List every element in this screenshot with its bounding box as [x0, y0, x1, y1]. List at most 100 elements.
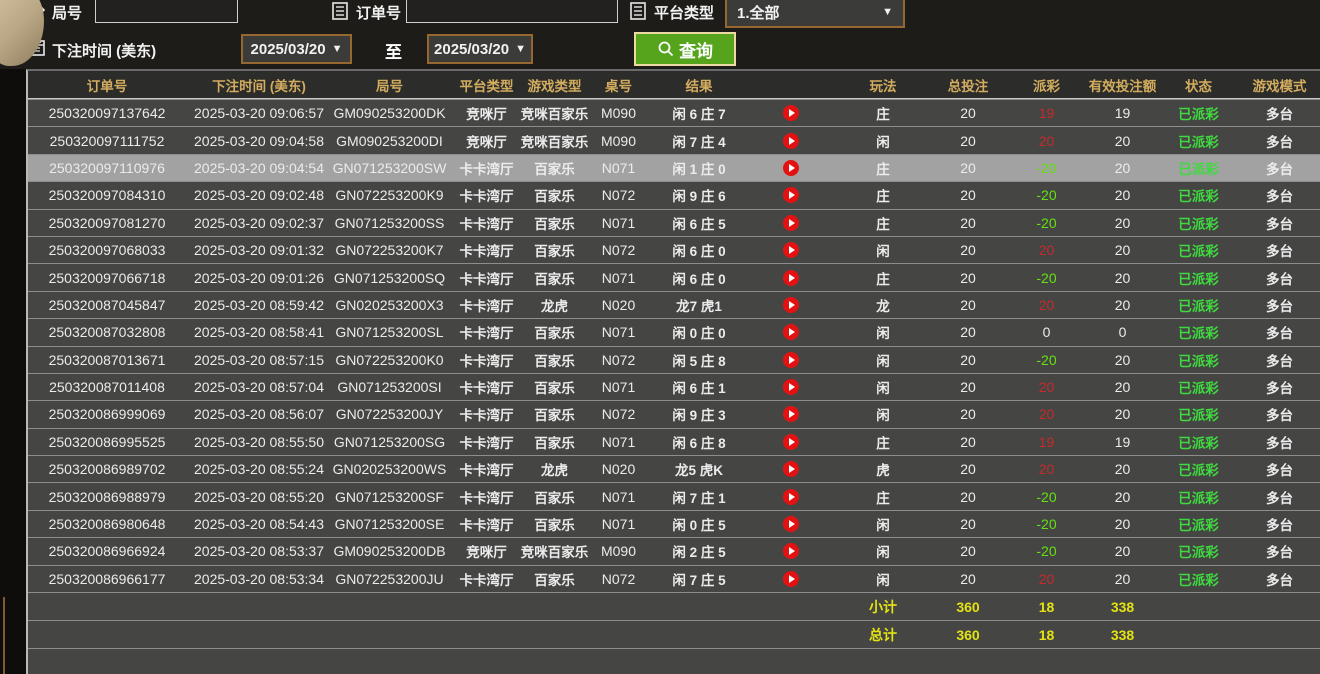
replay-button[interactable]	[744, 461, 838, 477]
table-row[interactable]: 2503200870136712025-03-20 08:57:15GN0722…	[28, 346, 1320, 373]
table-row[interactable]: 2503200971109762025-03-20 09:04:54GN0712…	[28, 154, 1320, 181]
cell-total-bet: 20	[928, 270, 1008, 286]
cell-status: 已派彩	[1160, 569, 1237, 589]
col-header-platform-type: 平台类型	[447, 75, 526, 95]
cell-valid-bet: 20	[1085, 406, 1160, 422]
cell-payout: 20	[1008, 242, 1085, 258]
cell-platform-type: 卡卡湾厅	[447, 487, 526, 507]
cell-game-type: 百家乐	[526, 185, 583, 205]
table-row[interactable]: 2503200970812702025-03-20 09:02:37GN0712…	[28, 209, 1320, 236]
bet-report-screen: 局号 订单号 平台类型 1.全部 ▼ 下注时间 (美东) 2025/03/20 …	[0, 0, 1320, 674]
replay-button[interactable]	[744, 379, 838, 395]
table-row[interactable]: 2503200869897022025-03-20 08:55:24GN0202…	[28, 455, 1320, 482]
table-row[interactable]: 2503200869955252025-03-20 08:55:50GN0712…	[28, 428, 1320, 455]
cell-platform-type: 卡卡湾厅	[447, 459, 526, 479]
table-row[interactable]: 2503200970667182025-03-20 09:01:26GN0712…	[28, 263, 1320, 290]
replay-button[interactable]	[744, 215, 838, 231]
cell-payout: 19	[1008, 105, 1085, 121]
cell-total-bet: 20	[928, 571, 1008, 587]
table-row[interactable]: 2503200869669242025-03-20 08:53:37GM0902…	[28, 537, 1320, 564]
col-header-play-type: 玩法	[838, 75, 928, 95]
cell-total-bet: 20	[928, 406, 1008, 422]
cell-order-no: 250320086989702	[28, 461, 186, 477]
table-row[interactable]: 2503200971376422025-03-20 09:06:57GM0902…	[28, 99, 1320, 126]
replay-button[interactable]	[744, 516, 838, 532]
replay-button[interactable]	[744, 270, 838, 286]
table-header-row: 订单号下注时间 (美东)局号平台类型游戏类型桌号结果玩法总投注派彩有效投注额状态…	[28, 71, 1320, 99]
cell-order-no: 250320097066718	[28, 270, 186, 286]
cell-valid-bet: 20	[1085, 242, 1160, 258]
table-row[interactable]: 2503200971117522025-03-20 09:04:58GM0902…	[28, 126, 1320, 153]
cell-platform-type: 竞咪厅	[447, 131, 526, 151]
date-to-select[interactable]: 2025/03/20 ▼	[427, 34, 533, 64]
cell-payout: 20	[1008, 571, 1085, 587]
table-row[interactable]: 2503200870114082025-03-20 08:57:04GN0712…	[28, 373, 1320, 400]
replay-button[interactable]	[744, 297, 838, 313]
cell-platform-type: 卡卡湾厅	[447, 432, 526, 452]
cell-valid-bet: 0	[1085, 324, 1160, 340]
cell-result: 闲 5 庄 8	[654, 350, 744, 370]
cell-result: 闲 6 庄 0	[654, 240, 744, 260]
cell-payout: 18	[1008, 599, 1085, 615]
cell-table-no: N020	[583, 297, 654, 313]
cell-status: 已派彩	[1160, 185, 1237, 205]
table-row[interactable]: 2503200869990692025-03-20 08:56:07GN0722…	[28, 400, 1320, 427]
cell-bet-time: 2025-03-20 08:55:20	[186, 489, 332, 505]
replay-button[interactable]	[744, 571, 838, 587]
cell-game-mode: 多台	[1237, 514, 1320, 534]
platform-type-select[interactable]: 1.全部 ▼	[725, 0, 905, 28]
cell-game-type: 百家乐	[526, 240, 583, 260]
cell-game-type: 龙虎	[526, 295, 583, 315]
replay-button[interactable]	[744, 187, 838, 203]
cell-valid-bet: 20	[1085, 543, 1160, 559]
cell-valid-bet: 20	[1085, 297, 1160, 313]
play-icon	[783, 297, 799, 313]
cell-result: 闲 6 庄 8	[654, 432, 744, 452]
replay-button[interactable]	[744, 105, 838, 121]
subtotal-row: 小计36018338	[28, 592, 1320, 620]
cell-platform-type: 卡卡湾厅	[447, 514, 526, 534]
col-header-order-no: 订单号	[28, 75, 186, 95]
table-row[interactable]: 2503200869661772025-03-20 08:53:34GN0722…	[28, 565, 1320, 592]
query-button[interactable]: 查询	[634, 32, 736, 66]
replay-button[interactable]	[744, 160, 838, 176]
replay-button[interactable]	[744, 242, 838, 258]
table-row[interactable]: 2503200970680332025-03-20 09:01:32GN0722…	[28, 236, 1320, 263]
replay-button[interactable]	[744, 489, 838, 505]
cell-game-mode: 多台	[1237, 213, 1320, 233]
cell-game-no: GN071253200SI	[332, 379, 447, 395]
cell-bet-time: 2025-03-20 08:58:41	[186, 324, 332, 340]
chevron-down-icon: ▼	[882, 6, 893, 18]
date-from-select[interactable]: 2025/03/20 ▼	[241, 34, 352, 64]
replay-button[interactable]	[744, 434, 838, 450]
cell-status: 已派彩	[1160, 350, 1237, 370]
table-row[interactable]: 2503200870328082025-03-20 08:58:41GN0712…	[28, 318, 1320, 345]
replay-button[interactable]	[744, 324, 838, 340]
cell-status: 已派彩	[1160, 131, 1237, 151]
cell-valid-bet: 20	[1085, 352, 1160, 368]
order-no-input[interactable]	[406, 0, 618, 23]
play-icon	[783, 489, 799, 505]
replay-button[interactable]	[744, 133, 838, 149]
table-row[interactable]: 2503200970843102025-03-20 09:02:48GN0722…	[28, 181, 1320, 208]
play-icon	[783, 160, 799, 176]
replay-button[interactable]	[744, 543, 838, 559]
cell-order-no: 250320087013671	[28, 352, 186, 368]
game-no-input[interactable]	[95, 0, 238, 23]
cell-bet-time: 2025-03-20 08:53:34	[186, 571, 332, 587]
cell-bet-time: 2025-03-20 08:59:42	[186, 297, 332, 313]
replay-button[interactable]	[744, 352, 838, 368]
table-row[interactable]: 2503200869889792025-03-20 08:55:20GN0712…	[28, 482, 1320, 509]
table-row[interactable]: 2503200869806482025-03-20 08:54:43GN0712…	[28, 510, 1320, 537]
cell-game-type: 百家乐	[526, 487, 583, 507]
cell-order-no: 250320086995525	[28, 434, 186, 450]
cell-result: 闲 6 庄 7	[654, 103, 744, 123]
cell-status: 已派彩	[1160, 322, 1237, 342]
cell-bet-time: 2025-03-20 09:04:58	[186, 133, 332, 149]
cell-order-no: 250320097084310	[28, 187, 186, 203]
play-icon	[783, 379, 799, 395]
cell-play-type: 龙	[838, 295, 928, 315]
table-row[interactable]: 2503200870458472025-03-20 08:59:42GN0202…	[28, 291, 1320, 318]
replay-button[interactable]	[744, 406, 838, 422]
cell-status: 已派彩	[1160, 541, 1237, 561]
